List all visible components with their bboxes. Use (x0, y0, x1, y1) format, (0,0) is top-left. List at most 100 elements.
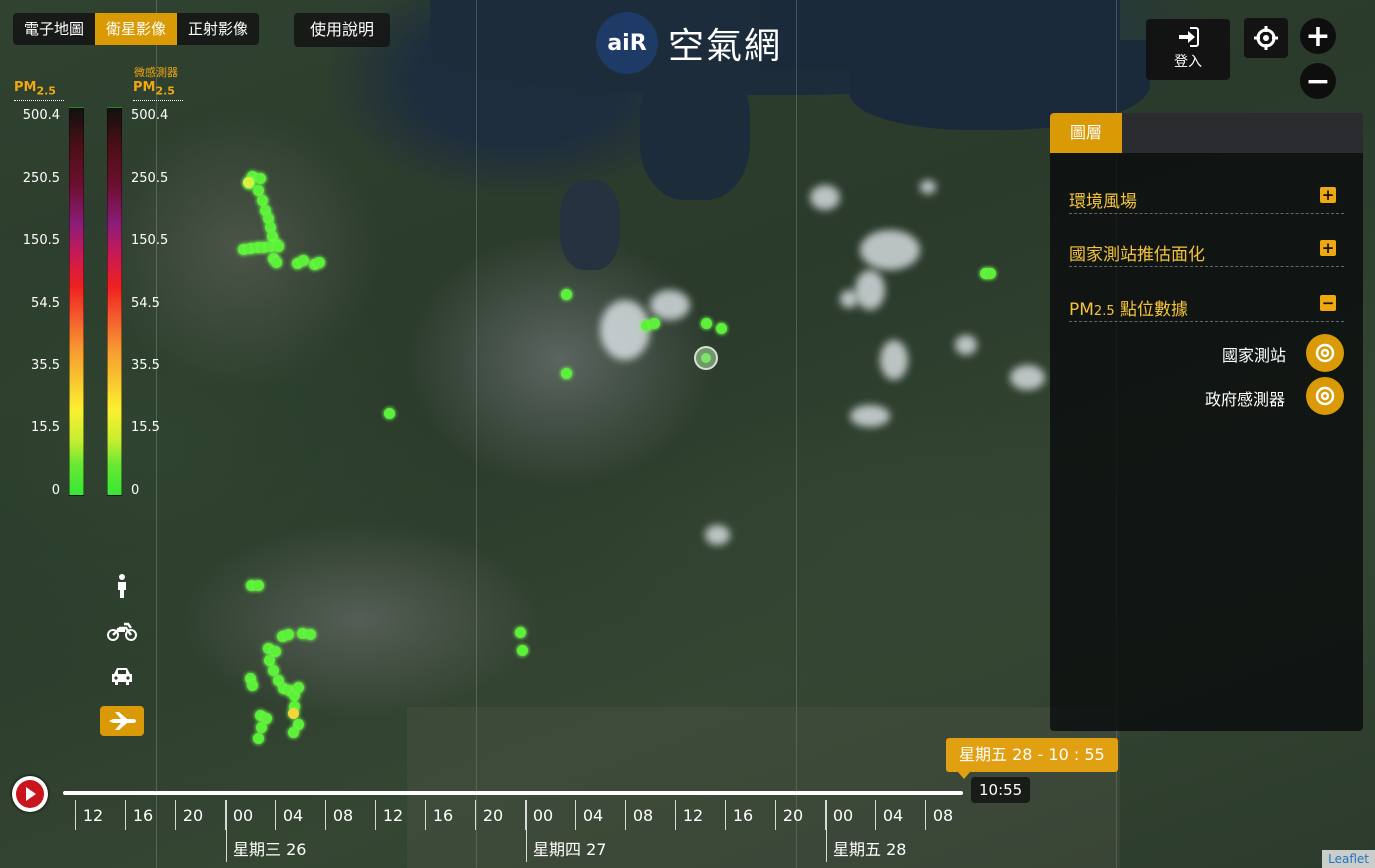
timeline-hour-label: 16 (132, 806, 154, 825)
login-label: 登入 (1174, 54, 1202, 70)
legend-tick: 54.5 (31, 296, 60, 311)
timeline-hour-label: 16 (432, 806, 454, 825)
login-icon (1179, 27, 1199, 47)
timeline-hour-label: 00 (832, 806, 854, 825)
tab-layers[interactable]: 圖層 (1050, 113, 1123, 153)
pm25-point[interactable] (253, 580, 264, 591)
layer-wind-field[interactable]: 環境風場 + (1069, 179, 1344, 214)
legend-scale-left (69, 107, 84, 496)
target-icon (1315, 386, 1335, 406)
pm25-point[interactable] (253, 733, 264, 744)
pm25-point[interactable] (271, 257, 282, 268)
legend-tick: 35.5 (31, 358, 60, 373)
car-icon[interactable] (100, 661, 144, 691)
legend-scale-right (107, 107, 122, 496)
play-icon (16, 780, 44, 808)
motorcycle-icon[interactable] (100, 616, 144, 646)
pm25-point[interactable] (701, 318, 712, 329)
pm25-point[interactable] (384, 408, 395, 419)
logo-title: 空氣網 (668, 26, 783, 67)
legend-tick: 250.5 (22, 171, 60, 186)
pm25-point[interactable] (256, 722, 267, 733)
pm25-point[interactable] (298, 255, 309, 266)
timeline-hour-label: 20 (782, 806, 804, 825)
pm25-point[interactable] (985, 268, 996, 279)
help-button[interactable]: 使用說明 (294, 13, 391, 47)
current-time-badge: 星期五 28 - 10 : 55 (946, 738, 1118, 779)
pm25-point[interactable] (243, 177, 254, 188)
layer-label: 環境風場 (1069, 192, 1137, 212)
timeline-hour-label: 08 (932, 806, 954, 825)
layer-label: 國家測站推估面化 (1069, 245, 1205, 265)
sublayer-label: 國家測站 (1222, 346, 1287, 365)
login-button[interactable]: 登入 (1146, 19, 1230, 80)
timeline-hour-label: 12 (382, 806, 404, 825)
pm25-point[interactable] (515, 627, 526, 638)
expand-icon[interactable]: + (1320, 240, 1336, 256)
timeline-hour-label: 08 (632, 806, 654, 825)
site-logo: aiR 空氣網 (596, 12, 782, 74)
timeline-hour-label: 20 (482, 806, 504, 825)
sublayer-label: 政府感測器 (1205, 390, 1286, 409)
layer-pm25-points[interactable]: PM2.5 點位數據 − (1069, 287, 1344, 322)
layer-station-interpolation[interactable]: 國家測站推估面化 + (1069, 232, 1344, 267)
logo-icon: aiR (596, 12, 658, 74)
pm25-point[interactable] (247, 680, 258, 691)
zoom-out-button[interactable]: − (1300, 63, 1336, 99)
collapse-icon[interactable]: − (1320, 295, 1336, 311)
legend-title-right: PM2.5 (133, 80, 175, 98)
pm25-point[interactable] (517, 645, 528, 656)
pm25-point[interactable] (716, 323, 727, 334)
tab-satellite[interactable]: 衛星影像 (95, 13, 178, 45)
layer-panel-header: 圖層 (1050, 113, 1363, 153)
zoom-in-button[interactable]: + (1300, 18, 1336, 54)
timeline-hour-label: 12 (682, 806, 704, 825)
timeline-hour-label: 00 (232, 806, 254, 825)
timeline-hour-label: 04 (882, 806, 904, 825)
timeline-hour-label: 20 (182, 806, 204, 825)
tab-electronic-map[interactable]: 電子地圖 (13, 13, 95, 45)
layer-label: PM2.5 點位數據 (1069, 300, 1189, 320)
legend-tick: 150.5 (22, 233, 60, 248)
timeline-hour-label: 04 (582, 806, 604, 825)
leaflet-attribution[interactable]: Leaflet (1322, 850, 1375, 868)
legend-tick: 15.5 (31, 420, 60, 435)
play-button[interactable] (12, 776, 48, 812)
national-station-marker[interactable] (694, 346, 718, 370)
tab-orthophoto[interactable]: 正射影像 (177, 13, 259, 45)
pm25-point[interactable] (314, 257, 325, 268)
legend-tick: 35.5 (131, 358, 160, 373)
timeline-hour-label: 16 (732, 806, 754, 825)
legend-title-left: PM2.5 (14, 80, 56, 98)
pm25-point[interactable] (288, 708, 299, 719)
basemap-tabs: 電子地圖 衛星影像 正射影像 (13, 13, 260, 45)
government-sensor-toggle[interactable] (1306, 377, 1344, 415)
walk-icon[interactable] (100, 571, 144, 601)
expand-icon[interactable]: + (1320, 187, 1336, 203)
national-station-toggle[interactable] (1306, 334, 1344, 372)
pm25-point[interactable] (649, 318, 660, 329)
legend-tick: 250.5 (131, 171, 169, 186)
pm25-point[interactable] (293, 682, 304, 693)
legend-tick: 0 (131, 483, 140, 498)
day-label: 星期五 28 (833, 840, 907, 859)
legend-caption-right: 微感測器 (134, 66, 178, 79)
day-label: 星期三 26 (233, 840, 307, 859)
layer-panel: 圖層 環境風場 + 國家測站推估面化 + PM2.5 點位數據 − 國家測站 政… (1050, 113, 1363, 731)
pm25-point[interactable] (255, 173, 266, 184)
timeline-handle[interactable]: 10:55 (971, 777, 1031, 803)
timeline-slider[interactable] (63, 791, 963, 795)
timeline-hour-label: 00 (532, 806, 554, 825)
pm25-point[interactable] (283, 629, 294, 640)
pm25-point[interactable] (273, 241, 284, 252)
timeline-hour-label: 08 (332, 806, 354, 825)
pm25-point[interactable] (561, 368, 572, 379)
target-icon (1315, 343, 1335, 363)
pm25-point[interactable] (305, 629, 316, 640)
locate-button[interactable] (1244, 18, 1288, 58)
pm25-point[interactable] (561, 289, 572, 300)
pm25-point[interactable] (288, 727, 299, 738)
timeline-hour-label: 04 (282, 806, 304, 825)
day-label: 星期四 27 (533, 840, 607, 859)
airplane-icon[interactable] (100, 706, 144, 736)
